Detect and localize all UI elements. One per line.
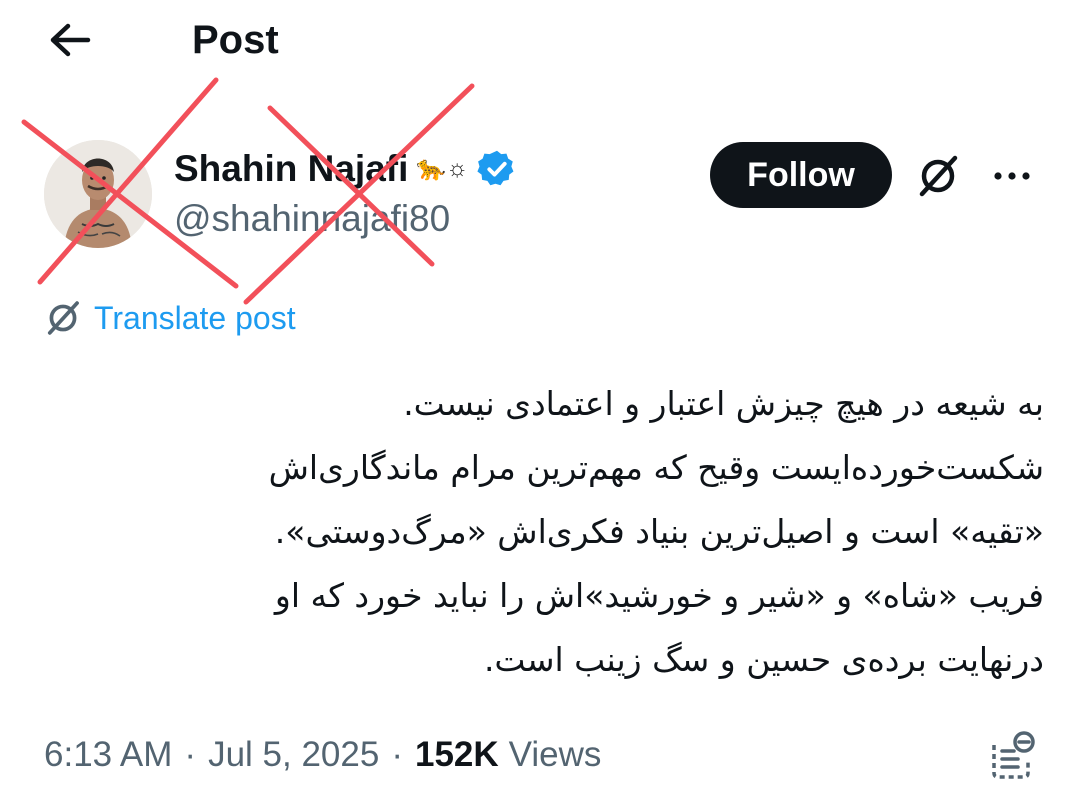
verified-badge-icon[interactable] — [476, 148, 518, 190]
page-title: Post — [192, 18, 279, 62]
post-analytics-button[interactable] — [984, 726, 1040, 784]
translate-post-link[interactable]: Translate post — [44, 296, 296, 340]
back-button[interactable] — [42, 14, 98, 66]
author-display-name[interactable]: Shahin Najafi — [174, 146, 408, 192]
post-text-line: فریب «شاه» و «شیر و خورشید»اش را نباید خ… — [274, 576, 1044, 615]
post-date[interactable]: Jul 5, 2025 — [208, 735, 379, 775]
meta-separator: · — [184, 735, 197, 774]
post-time[interactable]: 6:13 AM — [44, 735, 172, 775]
views-label: Views — [508, 735, 602, 774]
author-handle[interactable]: @shahinnajafi80 — [174, 196, 450, 242]
grok-icon — [919, 155, 958, 197]
author-name-row: Shahin Najafi 🐆☼ — [174, 146, 518, 192]
post-text-line: به شیعه در هیچ چیزش اعتبار و اعتمادی نیس… — [403, 384, 1044, 423]
avatar-photo — [44, 140, 152, 248]
grok-button[interactable] — [912, 150, 964, 202]
translate-post-label: Translate post — [94, 300, 296, 336]
more-options-button[interactable] — [988, 150, 1036, 202]
post-text-line: شکست‌خورده‌ایست وقیح که مهم‌ترین مرام ما… — [268, 448, 1044, 487]
post-text: به شیعه در هیچ چیزش اعتبار و اعتمادی نیس… — [104, 372, 1044, 692]
more-dots-icon — [994, 172, 1030, 180]
meta-separator: · — [391, 735, 403, 774]
red-x-mark-right — [243, 83, 475, 305]
post-text-line: درنهایت برده‌ی حسین و سگ زینب است. — [483, 640, 1044, 679]
name-emoji: 🐆☼ — [416, 155, 469, 182]
post-text-line: «تقیه» است و اصیل‌ترین بنیاد فکری‌اش «مر… — [274, 512, 1044, 551]
analytics-icon — [992, 731, 1035, 779]
views-count: 152K — [414, 735, 499, 774]
follow-button[interactable]: Follow — [710, 142, 892, 208]
arrow-left-icon — [50, 23, 91, 57]
avatar[interactable] — [44, 140, 152, 248]
grok-icon — [47, 301, 79, 335]
post-meta: 6:13 AM · Jul 5, 2025 · 152K Views — [44, 732, 601, 778]
top-bar: Post — [0, 0, 1080, 80]
